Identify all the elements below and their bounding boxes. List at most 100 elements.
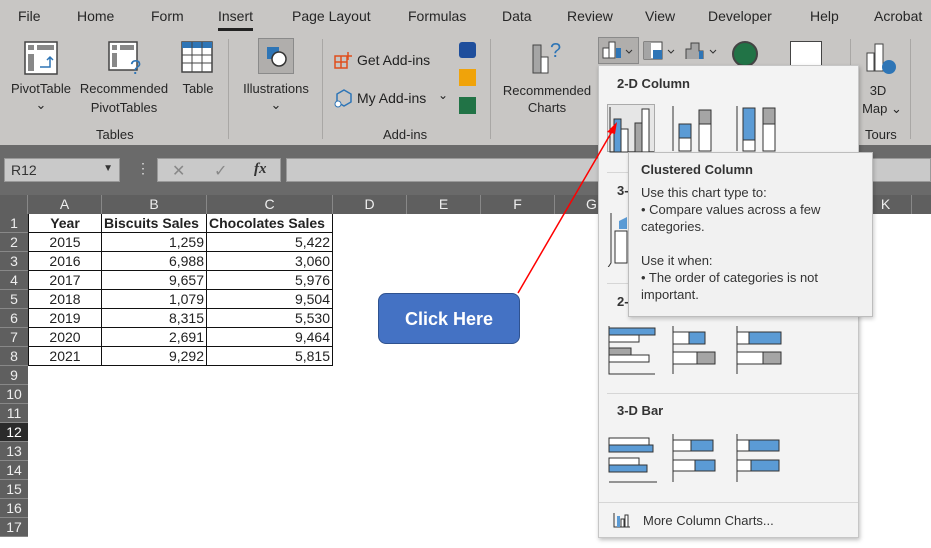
row-header[interactable]: 2 <box>0 233 28 252</box>
row-header[interactable]: 8 <box>0 347 28 366</box>
table-cell[interactable]: Year <box>28 214 102 233</box>
stacked-column-option[interactable] <box>671 104 719 152</box>
tab-home[interactable]: Home <box>77 8 114 24</box>
table-button[interactable]: Table <box>176 33 220 118</box>
tab-review[interactable]: Review <box>567 8 613 24</box>
table-cell[interactable]: 1,259 <box>102 233 207 252</box>
row-header[interactable]: 12 <box>0 423 28 442</box>
row-header[interactable]: 17 <box>0 518 28 537</box>
table-cell[interactable]: 9,657 <box>102 271 207 290</box>
recommended-pivottables-label: Recommended <box>79 81 169 96</box>
row-header[interactable]: 3 <box>0 252 28 271</box>
tab-insert[interactable]: Insert <box>218 8 254 31</box>
name-box[interactable]: R12 ▼ <box>4 158 120 182</box>
table-cell[interactable]: 5,976 <box>207 271 333 290</box>
svg-text:?: ? <box>130 57 141 75</box>
table-cell[interactable]: 2018 <box>28 290 102 309</box>
row-header[interactable]: 13 <box>0 442 28 461</box>
insert-function-icon[interactable]: fx <box>254 161 267 178</box>
table-cell[interactable]: 2019 <box>28 309 102 328</box>
column-header-c[interactable]: C <box>207 195 333 214</box>
clustered-bar-option[interactable] <box>607 324 656 375</box>
table-cell[interactable]: 8,315 <box>102 309 207 328</box>
tab-form[interactable]: Form <box>151 8 184 24</box>
row-header[interactable]: 7 <box>0 328 28 347</box>
row-header[interactable]: 9 <box>0 366 28 385</box>
more-column-charts-link[interactable]: More Column Charts... <box>613 510 853 532</box>
row-header[interactable]: 4 <box>0 271 28 290</box>
3d-stacked-bar-option[interactable] <box>671 432 719 482</box>
pivottable-button[interactable]: PivotTable ⌄ <box>8 33 74 118</box>
row-header[interactable]: 14 <box>0 461 28 480</box>
stacked-bar-option[interactable] <box>671 324 719 374</box>
3d-stacked-bar-icon <box>672 434 716 482</box>
column-header-b[interactable]: B <box>102 195 207 214</box>
tab-view[interactable]: View <box>645 8 675 24</box>
table-cell[interactable]: 9,292 <box>102 347 207 366</box>
3d-100-stacked-bar-option[interactable] <box>735 432 783 482</box>
table-cell[interactable]: 2020 <box>28 328 102 347</box>
table-cell[interactable]: Biscuits Sales <box>102 214 207 233</box>
tab-help[interactable]: Help <box>810 8 839 24</box>
formula-buttons: ✕ ✓ fx <box>157 158 281 182</box>
recommended-pivottables-button[interactable]: ? Recommended PivotTables <box>76 33 172 118</box>
illustrations-button[interactable]: Illustrations ⌄ <box>238 33 314 118</box>
table-cell[interactable]: 2016 <box>28 252 102 271</box>
waterfall-chart-button[interactable] <box>684 39 724 63</box>
column-header-d[interactable]: D <box>333 195 407 214</box>
maps-icon[interactable] <box>732 41 758 67</box>
people-graph-icon[interactable] <box>459 97 476 114</box>
row-header[interactable]: 16 <box>0 499 28 518</box>
table-cell[interactable]: 5,815 <box>207 347 333 366</box>
column-chart-small-icon <box>613 513 630 528</box>
tab-page-layout[interactable]: Page Layout <box>292 8 371 24</box>
divider <box>607 393 858 394</box>
table-cell[interactable]: 1,079 <box>102 290 207 309</box>
table-cell[interactable]: 3,060 <box>207 252 333 271</box>
tab-file[interactable]: File <box>18 8 41 24</box>
table-cell[interactable]: 2021 <box>28 347 102 366</box>
3d-map-button[interactable]: 3D Map ⌄ <box>858 33 902 118</box>
row-header[interactable]: 1 <box>0 214 28 233</box>
row-header[interactable]: 5 <box>0 290 28 309</box>
column-header-f[interactable]: F <box>481 195 555 214</box>
recommended-charts-button[interactable]: ? Recommended Charts <box>498 33 596 118</box>
group-divider <box>910 39 911 139</box>
tab-formulas[interactable]: Formulas <box>408 8 466 24</box>
pivotchart-icon[interactable] <box>790 41 822 67</box>
my-addins-button[interactable]: My Add-ins ⌄ <box>334 88 450 108</box>
cancel-icon[interactable]: ✕ <box>172 161 185 181</box>
bing-icon[interactable] <box>459 69 476 86</box>
tab-acrobat[interactable]: Acrobat <box>874 8 922 24</box>
tooltip-text: Use this chart type to: <box>641 185 767 200</box>
table-cell[interactable]: 9,504 <box>207 290 333 309</box>
table-cell[interactable]: 9,464 <box>207 328 333 347</box>
hierarchy-chart-button[interactable] <box>642 39 682 63</box>
table-cell[interactable]: 2017 <box>28 271 102 290</box>
select-all-corner[interactable] <box>0 195 28 214</box>
tab-data[interactable]: Data <box>502 8 532 24</box>
clustered-column-option[interactable] <box>607 104 655 153</box>
table-cell[interactable]: 2015 <box>28 233 102 252</box>
3d-clustered-bar-option[interactable] <box>607 432 657 483</box>
row-header[interactable]: 15 <box>0 480 28 499</box>
column-chart-dropdown-button[interactable] <box>598 37 639 64</box>
visio-icon[interactable] <box>459 42 476 58</box>
table-cell[interactable]: 6,988 <box>102 252 207 271</box>
row-header[interactable]: 10 <box>0 385 28 404</box>
enter-icon[interactable]: ✓ <box>214 161 227 181</box>
get-addins-button[interactable]: Get Add-ins <box>334 51 434 71</box>
column-header-e[interactable]: E <box>407 195 481 214</box>
100-stacked-bar-option[interactable] <box>735 324 783 374</box>
table-cell[interactable]: 5,530 <box>207 309 333 328</box>
map-label: Map <box>862 101 888 116</box>
column-header-a[interactable]: A <box>28 195 102 214</box>
clustered-bar-icon <box>608 326 656 375</box>
table-cell[interactable]: 2,691 <box>102 328 207 347</box>
tab-developer[interactable]: Developer <box>708 8 772 24</box>
100-stacked-column-option[interactable] <box>735 104 783 152</box>
row-header[interactable]: 6 <box>0 309 28 328</box>
table-cell[interactable]: 5,422 <box>207 233 333 252</box>
table-cell[interactable]: Chocolates Sales <box>207 214 333 233</box>
row-header[interactable]: 11 <box>0 404 28 423</box>
